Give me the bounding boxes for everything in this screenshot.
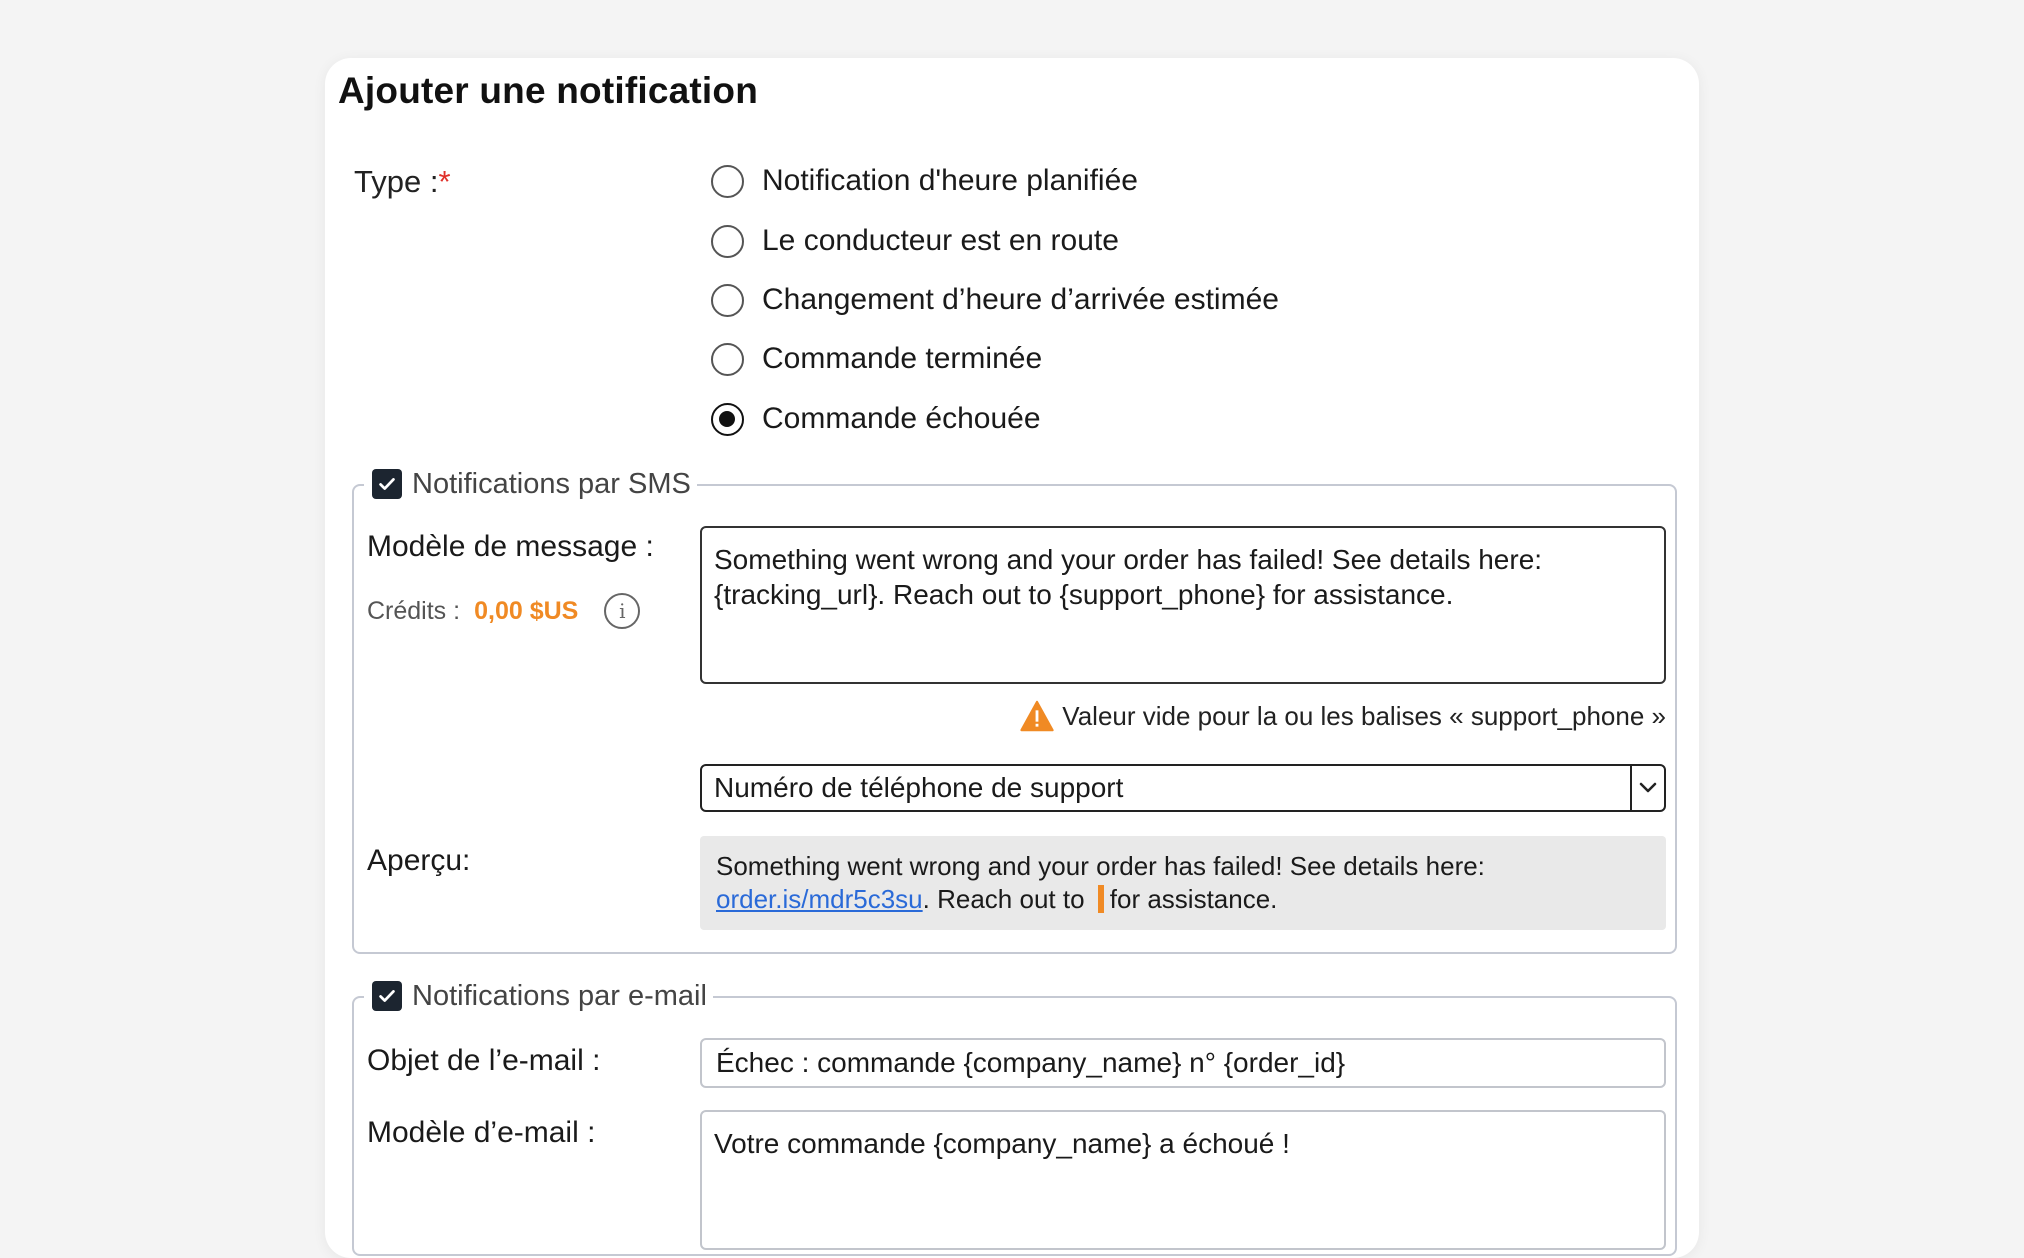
info-icon[interactable]: i — [604, 593, 641, 629]
email-subject-input[interactable]: Échec : commande {company_name} n° {orde… — [700, 1038, 1666, 1088]
email-template-textarea[interactable]: Votre commande {company_name} a échoué ! — [700, 1110, 1666, 1250]
email-legend-label: Notifications par e-mail — [412, 979, 707, 1012]
radio-button[interactable] — [711, 164, 744, 198]
check-icon — [379, 990, 395, 1002]
sms-template-label: Modèle de message : — [367, 530, 654, 563]
chevron-down-icon[interactable] — [1630, 766, 1664, 810]
select-value: Numéro de téléphone de support — [714, 772, 1124, 803]
warning-triangle-icon — [1020, 700, 1054, 732]
radio-button[interactable] — [711, 283, 744, 317]
radio-option-eta-change[interactable]: Changement d’heure d’arrivée estimée — [711, 280, 1279, 320]
sms-template-textarea[interactable]: Something went wrong and your order has … — [700, 526, 1666, 684]
credits-label: Crédits : — [367, 596, 461, 625]
radio-option-order-failed[interactable]: Commande échouée — [711, 399, 1041, 439]
radio-label: Changement d’heure d’arrivée estimée — [762, 283, 1279, 316]
sms-credits: Crédits : 0,00 $US i — [367, 593, 641, 629]
radio-option-scheduled[interactable]: Notification d'heure planifiée — [711, 161, 1138, 201]
email-subject-label: Objet de l’e-mail : — [367, 1044, 601, 1077]
tracking-link[interactable]: order.is/mdr5c3su — [716, 884, 923, 914]
email-legend[interactable]: Notifications par e-mail — [364, 976, 713, 1016]
radio-button[interactable] — [711, 342, 744, 376]
warning-text: Valeur vide pour la ou les balises « sup… — [1062, 700, 1666, 731]
check-icon — [379, 478, 395, 490]
radio-option-driver-en-route[interactable]: Le conducteur est en route — [711, 221, 1119, 261]
preview-label: Aperçu: — [367, 844, 471, 877]
radio-label: Commande échouée — [762, 402, 1041, 435]
email-template-label: Modèle d’e-mail : — [367, 1116, 596, 1149]
type-label: Type :* — [354, 164, 451, 199]
sms-preview: Something went wrong and your order has … — [700, 836, 1666, 930]
email-checkbox[interactable] — [372, 981, 402, 1011]
radio-option-order-completed[interactable]: Commande terminée — [711, 339, 1042, 379]
radio-label: Notification d'heure planifiée — [762, 164, 1138, 197]
sms-checkbox[interactable] — [372, 469, 402, 499]
sms-legend-label: Notifications par SMS — [412, 467, 691, 500]
sms-legend[interactable]: Notifications par SMS — [364, 464, 697, 504]
tag-value-select[interactable]: Numéro de téléphone de support — [700, 764, 1666, 812]
empty-tag-warning: Valeur vide pour la ou les balises « sup… — [1020, 700, 1666, 732]
radio-label: Commande terminée — [762, 342, 1043, 375]
required-mark: * — [438, 164, 451, 199]
radio-label: Le conducteur est en route — [762, 224, 1119, 257]
page-title: Ajouter une notification — [338, 70, 759, 111]
credits-value: 0,00 $US — [474, 596, 579, 625]
radio-button-selected[interactable] — [711, 402, 744, 436]
empty-tag-marker — [1097, 885, 1104, 913]
radio-button[interactable] — [711, 224, 744, 258]
